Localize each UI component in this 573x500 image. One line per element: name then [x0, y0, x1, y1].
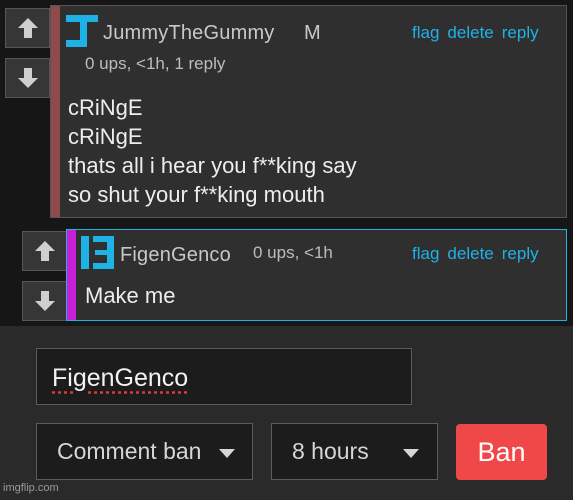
- flag-link[interactable]: flag: [412, 244, 439, 264]
- downvote-button[interactable]: [5, 58, 50, 98]
- ban-username-input[interactable]: FigenGenco: [36, 348, 412, 405]
- upvote-button[interactable]: [5, 8, 50, 48]
- ban-username-value: FigenGenco: [52, 364, 189, 392]
- comment-meta: 0 ups, <1h, 1 reply: [85, 54, 226, 73]
- ban-type-value: Comment ban: [57, 438, 202, 464]
- comment-thread-bar: [51, 6, 60, 217]
- ban-duration-value: 8 hours: [292, 438, 369, 464]
- downvote-arrow-icon: [34, 291, 55, 311]
- flag-link[interactable]: flag: [412, 23, 439, 43]
- comment-username[interactable]: JummyTheGummy: [103, 22, 275, 45]
- moderator-badge: M: [304, 22, 321, 44]
- user-avatar-icon: [81, 236, 114, 269]
- reply-link[interactable]: reply: [502, 244, 539, 264]
- reply-link[interactable]: reply: [502, 23, 539, 43]
- downvote-arrow-icon: [17, 68, 38, 88]
- ban-type-select[interactable]: Comment ban: [36, 423, 253, 480]
- ban-button[interactable]: Ban: [456, 424, 547, 480]
- dropdown-caret-icon: [403, 449, 419, 458]
- delete-link[interactable]: delete: [447, 244, 493, 264]
- comment-jummythegummy: JummyTheGummy M 0 ups, <1h, 1 reply flag…: [50, 5, 567, 218]
- delete-link[interactable]: delete: [447, 23, 493, 43]
- vote-column-1: [5, 8, 50, 98]
- comment-thread-bar: [67, 230, 76, 320]
- comment-figengenco: FigenGenco 0 ups, <1h flag delete reply …: [66, 229, 567, 321]
- comment-username[interactable]: FigenGenco: [120, 244, 231, 267]
- imgflip-watermark: imgflip.com: [3, 482, 59, 494]
- comment-body: cRiNgE cRiNgE thats all i hear you f**ki…: [68, 95, 357, 207]
- user-avatar-icon: [66, 15, 98, 47]
- comment-actions: flag delete reply: [412, 23, 539, 43]
- upvote-button[interactable]: [22, 231, 67, 271]
- upvote-arrow-icon: [34, 241, 55, 261]
- comment-actions: flag delete reply: [412, 244, 539, 264]
- upvote-arrow-icon: [17, 18, 38, 38]
- downvote-button[interactable]: [22, 281, 67, 321]
- vote-column-2: [22, 231, 67, 321]
- comment-body: Make me: [85, 283, 176, 308]
- comment-meta: 0 ups, <1h: [253, 243, 333, 262]
- ban-duration-select[interactable]: 8 hours: [271, 423, 438, 480]
- dropdown-caret-icon: [219, 449, 235, 458]
